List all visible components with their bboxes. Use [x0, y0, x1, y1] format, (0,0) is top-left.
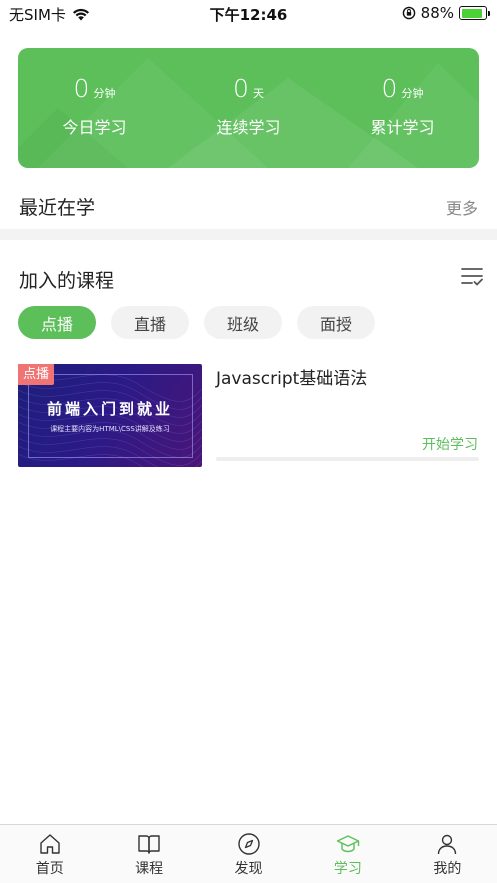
learning-stats-card: 0 分钟 今日学习 0天 连续学习 0 分钟 累计学习: [18, 48, 479, 168]
battery-icon: [459, 6, 490, 20]
stat-streak-unit: 天: [252, 87, 264, 100]
tab-discover[interactable]: 发现: [199, 825, 298, 883]
course-filter-tabs: 点播 直播 班级 面授: [18, 306, 375, 339]
stat-streak: 0天 连续学习: [172, 48, 325, 168]
stat-total-label: 累计学习: [370, 118, 435, 137]
start-learning-button[interactable]: 开始学习: [422, 434, 478, 454]
orientation-lock-icon: [402, 6, 415, 20]
thumbnail-subtitle: 课程主要内容为HTML\CSS讲解及练习: [50, 425, 170, 433]
tab-profile[interactable]: 我的: [398, 825, 497, 883]
tab-courses[interactable]: 课程: [99, 825, 198, 883]
stat-total-unit: 分钟: [401, 87, 424, 100]
filter-tab-vod[interactable]: 点播: [18, 306, 96, 339]
stat-today: 0 分钟 今日学习: [18, 48, 171, 168]
tab-discover-label: 发现: [234, 861, 263, 877]
status-bar: 无SIM卡 下午12:46 88%: [0, 0, 497, 26]
book-icon: [138, 835, 160, 854]
battery-percent: 88%: [420, 4, 454, 22]
tab-study[interactable]: 学习: [298, 825, 397, 883]
stat-total: 0 分钟 累计学习: [326, 48, 479, 168]
tab-home[interactable]: 首页: [0, 825, 99, 883]
tab-home-label: 首页: [35, 861, 64, 877]
stat-streak-value: 0: [233, 74, 249, 103]
filter-tab-class[interactable]: 班级: [204, 306, 282, 339]
tab-courses-label: 课程: [135, 861, 164, 877]
tab-profile-label: 我的: [433, 861, 462, 877]
course-name[interactable]: Javascript基础语法: [216, 364, 367, 389]
stat-today-value: 0: [73, 74, 90, 103]
sort-filter-icon[interactable]: [461, 266, 483, 286]
compass-icon: [237, 833, 260, 855]
course-progress-bar: [216, 457, 479, 461]
stat-today-label: 今日学习: [62, 118, 127, 137]
filter-tab-offline[interactable]: 面授: [297, 306, 375, 339]
stat-streak-label: 连续学习: [216, 118, 281, 137]
battery-fill: [461, 8, 482, 18]
tab-study-label: 学习: [333, 861, 362, 877]
graduation-cap-icon: [336, 835, 360, 853]
home-icon: [40, 834, 60, 854]
user-icon: [438, 834, 457, 855]
course-type-badge: 点播: [18, 364, 55, 385]
bottom-tab-bar: 首页 课程 发现 学习 我的: [0, 824, 497, 883]
recent-section-title: 最近在学: [19, 197, 96, 219]
section-divider: [0, 229, 497, 240]
stat-today-unit: 分钟: [93, 87, 116, 100]
courses-section-title: 加入的课程: [19, 270, 115, 292]
filter-tab-live[interactable]: 直播: [111, 306, 189, 339]
recent-more-link[interactable]: 更多: [446, 195, 478, 219]
stat-total-value: 0: [381, 74, 398, 103]
thumbnail-title: 前端入门到就业: [46, 400, 173, 418]
